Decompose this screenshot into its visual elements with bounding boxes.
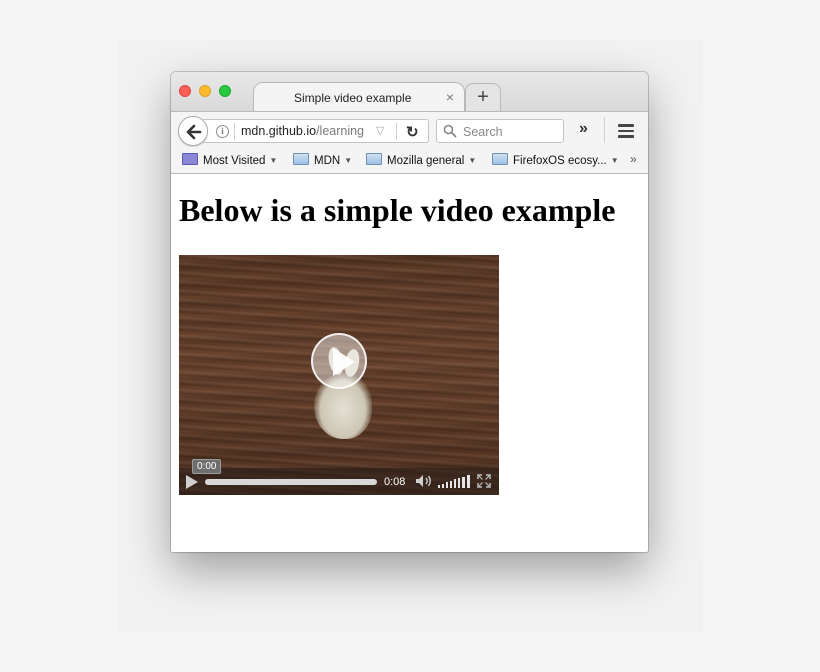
play-button[interactable] [186,475,198,489]
tab-close-icon[interactable]: × [446,89,454,105]
folder-icon [492,153,508,165]
play-overlay-button[interactable] [311,333,367,389]
chevron-down-icon: ▼ [269,156,278,165]
close-window-button[interactable] [179,85,191,97]
url-path: /learning [316,124,365,138]
bookmarks-toolbar: Most Visited ▼ MDN ▼ Mozilla general ▼ Fire… [171,147,648,174]
bookmark-label: Mozilla general [387,155,465,167]
current-time-tooltip: 0:00 [192,459,222,474]
folder-icon [293,153,309,165]
search-bar[interactable]: Search [436,119,564,143]
chevron-down-icon: ▼ [610,156,619,165]
page-heading: Below is a simple video example [179,192,616,228]
url-divider [396,123,397,140]
new-tab-button[interactable]: + [465,83,501,111]
search-placeholder: Search [463,125,503,139]
chevron-down-icon: ▼ [344,156,353,165]
zoom-window-button[interactable] [219,85,231,97]
minimize-window-button[interactable] [199,85,211,97]
hamburger-menu-icon[interactable] [618,124,634,141]
video-duration: 0:08 [384,476,406,488]
back-arrow-icon [186,124,202,140]
most-visited-icon [182,153,198,165]
bookmark-label: FirefoxOS ecosy... [513,155,607,167]
url-bar[interactable]: i mdn.github.io/learning ▽ ↻ [203,119,429,143]
page-content: Below is a simple video example 0:00 0:0… [171,174,648,552]
title-bar: Simple video example × + [171,72,648,112]
reload-icon[interactable]: ↻ [406,123,419,141]
play-icon [333,348,355,376]
toolbar-divider [604,117,605,143]
toolbar-overflow-icon[interactable]: » [579,120,588,138]
bookmark-most-visited[interactable]: Most Visited ▼ [182,153,277,167]
navigation-toolbar: i mdn.github.io/learning ▽ ↻ Search » [171,111,648,147]
bookmark-folder-mozilla-general[interactable]: Mozilla general ▼ [366,153,476,167]
tab-simple-video-example[interactable]: Simple video example × [253,82,465,112]
bookmark-folder-mdn[interactable]: MDN ▼ [293,153,352,167]
bookmarks-overflow-icon[interactable]: » [630,152,637,166]
back-button[interactable] [178,116,208,146]
volume-icon[interactable] [415,474,433,488]
site-info-icon[interactable]: i [216,125,229,138]
url-text[interactable]: mdn.github.io/learning [241,124,364,138]
bookmark-folder-firefoxos[interactable]: FirefoxOS ecosy... ▼ [492,153,619,167]
url-dropdown-icon[interactable]: ▽ [376,124,384,137]
url-host: mdn.github.io [241,124,317,138]
browser-window: Simple video example × + i mdn.github.io… [171,72,648,552]
search-icon [443,124,457,138]
bookmark-label: MDN [314,155,341,167]
url-divider [234,123,235,140]
chevron-down-icon: ▼ [468,156,477,165]
tab-title: Simple video example [294,91,412,105]
fullscreen-icon[interactable] [477,474,491,488]
bookmark-label: Most Visited [203,155,266,167]
video-controls: 0:00 0:08 [179,459,499,495]
video-player[interactable]: 0:00 0:08 [179,255,499,495]
folder-icon [366,153,382,165]
video-scrubber[interactable] [205,479,377,485]
